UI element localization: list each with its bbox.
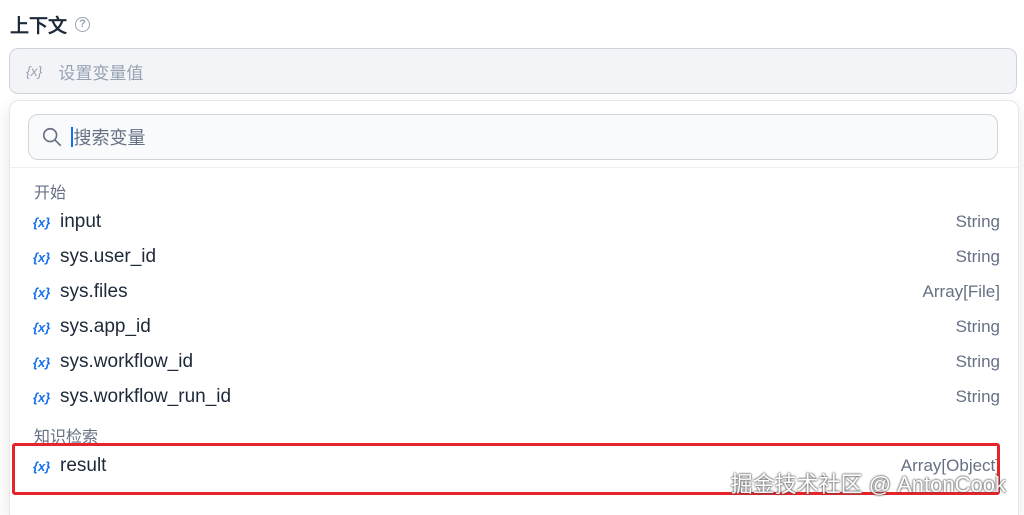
search-icon [42,127,62,147]
variable-icon: {x} [33,249,51,265]
variable-name: sys.app_id [60,316,151,337]
variable-icon: {x} [33,214,51,230]
variable-icon: {x} [33,389,51,405]
group-label-start: 开始 [34,185,67,202]
variable-input-placeholder: 设置变量值 [58,63,144,83]
variable-icon: {x} [33,354,51,370]
variable-icon: {x} [26,63,43,79]
variable-type: String [955,212,1000,231]
variable-item-sys-files[interactable]: {x} sys.files Array[File] [28,275,1000,309]
variable-item-input[interactable]: {x} input String [28,205,1000,239]
context-section-title: 上下文 ? [10,10,91,38]
variable-value-input[interactable]: {x} 设置变量值 [9,48,1017,94]
variable-icon: {x} [33,319,51,335]
search-variable-input[interactable]: 搜索变量 [28,114,998,160]
variable-item-sys-workflow-id[interactable]: {x} sys.workflow_id String [28,345,1000,379]
variable-name: sys.workflow_id [60,351,194,372]
variable-item-sys-user-id[interactable]: {x} sys.user_id String [28,240,1000,274]
variable-type: String [955,247,1000,266]
variable-item-sys-app-id[interactable]: {x} sys.app_id String [28,310,1000,344]
variable-item-sys-workflow-run-id[interactable]: {x} sys.workflow_run_id String [28,380,1000,414]
text-caret [71,127,73,147]
variable-type: String [955,317,1000,336]
variable-type: String [955,352,1000,371]
variable-type: String [955,387,1000,406]
section-title-text: 上下文 [10,15,68,37]
variable-name: sys.user_id [60,246,157,267]
variable-icon: {x} [33,284,51,300]
watermark: 掘金技术社区 @ AntonCook [730,472,1006,497]
search-placeholder: 搜索变量 [73,128,146,148]
variable-name: sys.workflow_run_id [60,386,232,407]
variable-name: input [60,211,102,232]
variable-type: Array[File] [922,282,1000,301]
divider [10,167,1018,168]
help-icon[interactable]: ? [75,16,91,32]
variable-name: sys.files [60,281,128,302]
